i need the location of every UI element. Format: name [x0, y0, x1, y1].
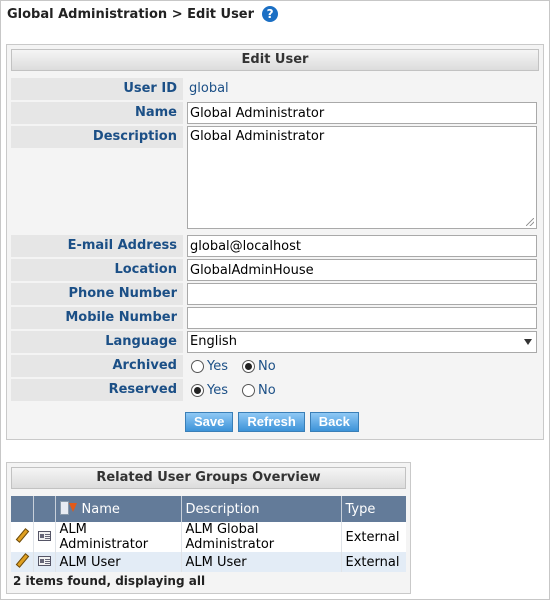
- items-found-status: 2 items found, displaying all: [13, 574, 206, 588]
- row-name: Name: [11, 102, 539, 124]
- resize-grip-icon[interactable]: [526, 218, 534, 226]
- reserved-yes-option[interactable]: Yes: [191, 383, 236, 398]
- breadcrumb-text: Global Administration > Edit User: [7, 6, 255, 22]
- related-groups-table: Name Description Type ALM Administrator …: [11, 496, 406, 572]
- row-reserved: Reserved Yes No: [11, 379, 539, 401]
- mobile-input[interactable]: [187, 307, 537, 329]
- reserved-no-radio[interactable]: [242, 383, 255, 397]
- help-icon[interactable]: ?: [262, 6, 279, 22]
- row-email: E-mail Address: [11, 235, 539, 257]
- back-button[interactable]: Back: [309, 412, 359, 432]
- reserved-no-label: No: [258, 382, 276, 398]
- reserved-yes-radio[interactable]: [191, 383, 204, 397]
- name-column-header[interactable]: Name: [55, 496, 182, 522]
- details-column-header: [33, 496, 56, 522]
- group-name-cell: ALM User: [55, 552, 182, 572]
- row-archived: Archived Yes No: [11, 355, 539, 377]
- description-textarea[interactable]: Global Administrator: [187, 126, 537, 229]
- reserved-label: Reserved: [11, 379, 183, 401]
- archived-no-label: No: [258, 358, 276, 374]
- group-type-cell: External: [341, 552, 406, 572]
- related-groups-panel: Related User Groups Overview Name Descri…: [6, 462, 411, 594]
- archived-yes-radio[interactable]: [191, 359, 204, 373]
- table-row: ALM User ALM User External: [11, 552, 406, 572]
- sort-descending-icon[interactable]: [59, 500, 77, 518]
- table-row: ALM Administrator ALM Global Administrat…: [11, 522, 406, 552]
- group-description-cell: ALM User: [181, 552, 342, 572]
- email-label: E-mail Address: [11, 235, 183, 257]
- chevron-down-icon: [524, 339, 532, 345]
- row-phone: Phone Number: [11, 283, 539, 305]
- description-text: Global Administrator: [190, 129, 325, 144]
- breadcrumb: Global Administration > Edit User ?: [7, 4, 279, 24]
- name-column-label: Name: [81, 501, 120, 517]
- table-header-row: Name Description Type: [11, 496, 406, 522]
- language-selected: English: [190, 334, 237, 349]
- row-location: Location: [11, 259, 539, 281]
- user-id-label: User ID: [11, 78, 183, 100]
- archived-no-option[interactable]: No: [242, 359, 284, 374]
- row-description: Description Global Administrator: [11, 126, 539, 230]
- group-name-cell: ALM Administrator: [55, 522, 182, 552]
- language-label: Language: [11, 331, 183, 353]
- language-select[interactable]: English: [187, 331, 537, 353]
- archived-yes-label: Yes: [207, 358, 228, 374]
- details-cell[interactable]: [33, 552, 56, 572]
- phone-input[interactable]: [187, 283, 537, 305]
- details-card-icon[interactable]: [37, 555, 51, 566]
- archived-radio-group: Yes No: [187, 355, 539, 377]
- row-mobile: Mobile Number: [11, 307, 539, 329]
- edit-cell[interactable]: [11, 552, 34, 572]
- type-column-header[interactable]: Type: [341, 496, 406, 522]
- edit-column-header: [11, 496, 34, 522]
- user-id-value: global: [189, 81, 229, 96]
- description-label: Description: [11, 126, 183, 148]
- row-user-id: User ID global: [11, 78, 539, 100]
- refresh-button[interactable]: Refresh: [238, 412, 305, 432]
- name-input[interactable]: [187, 102, 537, 124]
- archived-yes-option[interactable]: Yes: [191, 359, 236, 374]
- edit-cell[interactable]: [11, 522, 34, 552]
- name-label: Name: [11, 102, 183, 124]
- pencil-icon[interactable]: [15, 529, 27, 541]
- pencil-icon[interactable]: [15, 554, 27, 566]
- description-column-header[interactable]: Description: [181, 496, 342, 522]
- edit-user-title: Edit User: [11, 49, 539, 71]
- email-input[interactable]: [187, 235, 537, 257]
- reserved-radio-group: Yes No: [187, 379, 539, 401]
- location-input[interactable]: [187, 259, 537, 281]
- edit-user-panel: Edit User User ID global Name Descriptio…: [6, 44, 544, 440]
- save-button[interactable]: Save: [185, 412, 234, 432]
- mobile-label: Mobile Number: [11, 307, 183, 329]
- phone-label: Phone Number: [11, 283, 183, 305]
- details-cell[interactable]: [33, 522, 56, 552]
- row-language: Language English: [11, 331, 539, 353]
- related-groups-title: Related User Groups Overview: [11, 467, 406, 489]
- group-type-cell: External: [341, 522, 406, 552]
- reserved-yes-label: Yes: [207, 382, 228, 398]
- details-card-icon[interactable]: [37, 530, 51, 541]
- group-description-cell: ALM Global Administrator: [181, 522, 342, 552]
- form-buttons: Save Refresh Back: [185, 412, 359, 432]
- archived-label: Archived: [11, 355, 183, 377]
- archived-no-radio[interactable]: [242, 359, 255, 373]
- location-label: Location: [11, 259, 183, 281]
- reserved-no-option[interactable]: No: [242, 383, 284, 398]
